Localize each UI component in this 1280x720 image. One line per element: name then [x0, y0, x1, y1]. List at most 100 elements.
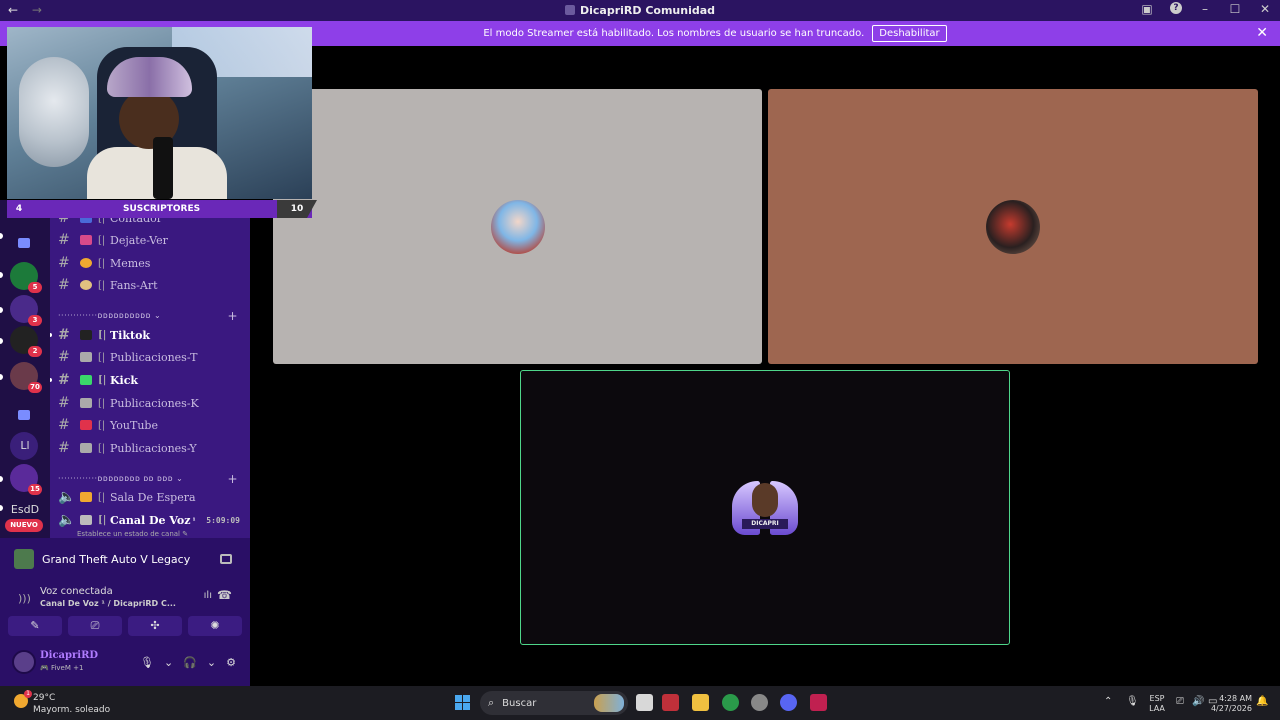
voice-channel-path[interactable]: Canal De Voz ¹ / DicapriRD C...: [40, 599, 176, 608]
chevron-down-icon[interactable]: ⌄: [207, 656, 216, 669]
microphone-icon[interactable]: 🎙: [140, 656, 154, 669]
taskbar-search[interactable]: ⌕ Buscar: [480, 691, 628, 715]
activity-game[interactable]: Grand Theft Auto V Legacy: [8, 544, 242, 574]
mention-badge: 70: [28, 382, 42, 393]
banner-close-icon[interactable]: ✕: [1256, 25, 1268, 41]
discord-icon[interactable]: [780, 694, 797, 711]
screen-share-icon[interactable]: [220, 554, 232, 564]
add-channel-icon[interactable]: +: [227, 309, 238, 323]
voice-status[interactable]: Voz conectada: [40, 586, 113, 597]
chrome-icon[interactable]: [722, 694, 739, 711]
folder-icon[interactable]: [18, 410, 30, 420]
video-tile-1[interactable]: [273, 89, 762, 364]
noise-suppression-icon[interactable]: ılı: [204, 590, 212, 601]
user-controls: 🎙 ⌄ 🎧 ⌄ ⚙: [140, 656, 236, 669]
language-code: ESP: [1149, 694, 1165, 703]
weather-temp: 29°C: [33, 693, 56, 703]
server-icon-v[interactable]: 3: [10, 295, 42, 326]
help-icon[interactable]: ?: [1170, 2, 1182, 14]
channel-name: Fans-Art: [110, 278, 158, 292]
channel-kick[interactable]: # [| Kick: [50, 370, 250, 390]
server-icon-pkk[interactable]: 2: [10, 326, 42, 357]
username[interactable]: DicapriRD: [40, 650, 98, 661]
emoji-icon: [80, 235, 92, 245]
activities-button[interactable]: ✣: [128, 616, 182, 636]
unread-pip: [0, 233, 3, 239]
inbox-icon[interactable]: ▣: [1140, 2, 1154, 16]
network-icon[interactable]: ⎚: [1176, 696, 1184, 707]
category-header-1[interactable]: ·············ᴅᴅᴅᴅᴅᴅᴅᴅᴅᴅ ⌄ +: [58, 309, 242, 323]
language-indicator[interactable]: ESP LAA: [1145, 694, 1169, 714]
camera-off-button[interactable]: ✎: [8, 616, 62, 636]
unread-dot: [50, 333, 52, 337]
server-icon-multi[interactable]: 70: [10, 362, 42, 393]
bar-icon: [|: [98, 374, 107, 386]
channel-name: Publicaciones-T: [110, 350, 198, 364]
channel-publicaciones-y[interactable]: # [| Publicaciones-Y: [50, 438, 250, 458]
chevron-down-icon[interactable]: ⌄: [164, 656, 173, 669]
channel-publicaciones-t[interactable]: # [| Publicaciones-T: [50, 347, 250, 367]
windows-start-icon[interactable]: [455, 695, 470, 710]
bar-icon: [|: [98, 257, 106, 269]
channel-memes[interactable]: # [| Memes: [50, 253, 250, 273]
unread-pip: [0, 338, 3, 344]
minimize-button[interactable]: –: [1198, 2, 1212, 16]
voice-actions: ✎ ⎚ ✣ ✺: [8, 616, 242, 636]
headphones-icon[interactable]: 🎧: [183, 656, 197, 669]
hash-icon: #: [58, 349, 70, 365]
category-header-2[interactable]: ·············ᴅᴅᴅᴅᴅᴅᴅᴅ ᴅᴅ ᴅᴅᴅ ⌄ +: [58, 472, 242, 486]
channel-dejate-ver[interactable]: # [| Dejate-Ver: [50, 230, 250, 250]
user-area: DicapriRD 🎮 FiveM +1 🎙 ⌄ 🎧 ⌄ ⚙: [8, 646, 242, 680]
share-screen-button[interactable]: ⎚: [68, 616, 122, 636]
mention-badge: 15: [28, 484, 42, 495]
server-icon-game[interactable]: 15: [10, 464, 42, 495]
disable-streamer-button[interactable]: Deshabilitar: [872, 25, 947, 42]
add-channel-icon[interactable]: +: [227, 472, 238, 486]
notification-bell-icon[interactable]: 🔔: [1256, 696, 1268, 707]
hat-shape: [107, 57, 192, 97]
channel-youtube[interactable]: # [| YouTube: [50, 415, 250, 435]
clock[interactable]: 4:28 AM 4/27/2026: [1206, 694, 1252, 714]
snipping-tool-icon[interactable]: [662, 694, 679, 711]
channel-publicaciones-k[interactable]: # [| Publicaciones-K: [50, 393, 250, 413]
disconnect-icon[interactable]: ☎: [217, 588, 232, 602]
folder-icon[interactable]: [18, 238, 30, 248]
emoji-icon: [80, 352, 92, 362]
speaker-icon: 🔈: [58, 489, 76, 505]
file-explorer-icon[interactable]: [692, 694, 709, 711]
channel-name: Kick: [110, 373, 139, 387]
app-icon[interactable]: [751, 694, 768, 711]
maximize-button[interactable]: ☐: [1228, 2, 1242, 16]
microphone-tray-icon[interactable]: 🎙: [1126, 696, 1139, 707]
video-tile-speaking[interactable]: DICAPRI: [520, 370, 1010, 645]
channel-status-prompt[interactable]: Establece un estado de canal ✎: [77, 530, 188, 538]
voice-channel-canal-de-voz[interactable]: 🔈 [| Canal De Voz ¹ 5:09:09: [50, 510, 250, 530]
weather-badge: 1: [24, 690, 32, 698]
close-button[interactable]: ✕: [1258, 2, 1272, 16]
tray-expand-icon[interactable]: ⌃: [1104, 696, 1112, 707]
category-name: ·············ᴅᴅᴅᴅᴅᴅᴅᴅ ᴅᴅ ᴅᴅᴅ ⌄: [58, 474, 184, 483]
subscriber-bar: 4 SUSCRIPTORES 10: [7, 200, 317, 218]
window-title: DicapriRD Comunidad: [0, 4, 1280, 17]
channel-fans-art[interactable]: # [| Fans-Art: [50, 275, 250, 295]
sun-icon: 1: [14, 690, 32, 708]
unread-pip: [0, 272, 3, 278]
channel-tiktok[interactable]: # [| Tiktok: [50, 325, 250, 345]
soundboard-button[interactable]: ✺: [188, 616, 242, 636]
adobe-icon[interactable]: [810, 694, 827, 711]
category-name: ·············ᴅᴅᴅᴅᴅᴅᴅᴅᴅᴅ ⌄: [58, 311, 162, 320]
signal-icon[interactable]: ))): [18, 592, 31, 605]
gear-icon[interactable]: ⚙: [226, 656, 236, 669]
unread-pip: [0, 476, 3, 482]
server-icon-tv[interactable]: 5: [10, 262, 42, 293]
server-label-esdd[interactable]: EsdD: [0, 503, 50, 516]
video-tile-2[interactable]: [768, 89, 1258, 364]
hash-icon: #: [58, 255, 70, 271]
avatar[interactable]: [12, 650, 36, 674]
search-icon: ⌕: [488, 696, 495, 709]
voice-channel-sala-espera[interactable]: 🔈 [| Sala De Espera: [50, 487, 250, 507]
task-view-icon[interactable]: [636, 694, 653, 711]
voice-timer: 5:09:09: [206, 515, 240, 525]
bar-icon: [|: [98, 279, 106, 291]
volume-icon[interactable]: 🔊: [1192, 696, 1204, 707]
